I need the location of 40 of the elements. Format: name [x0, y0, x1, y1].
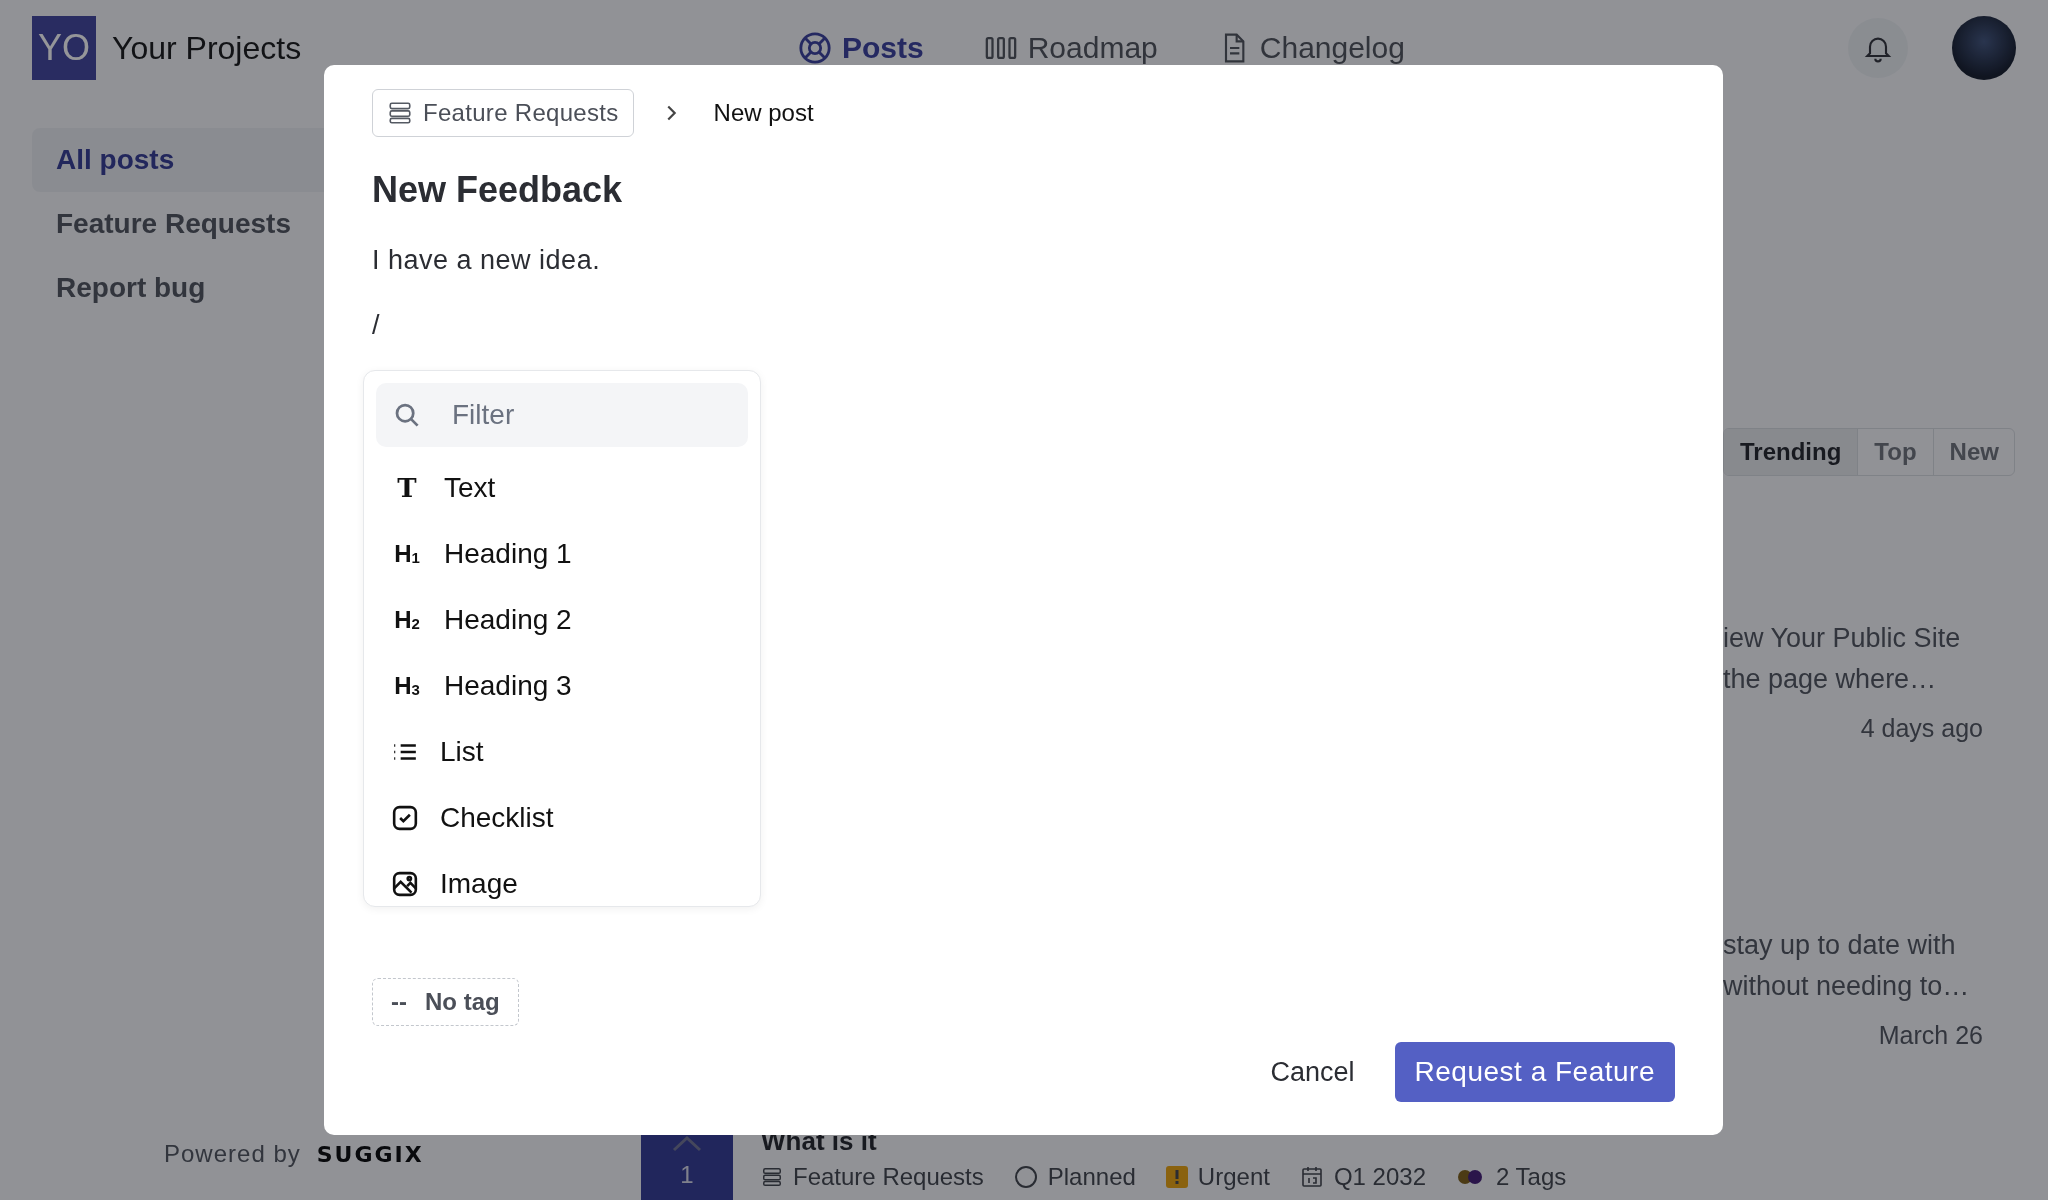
menu-item[interactable]: List [376, 719, 748, 785]
filter-field[interactable]: Filter [376, 383, 748, 447]
format-icon: T [392, 475, 422, 501]
brand-logo[interactable]: SUGGIX [316, 1141, 424, 1167]
post-meta: 2 Tags [1496, 1162, 1567, 1191]
submit-button[interactable]: Request a Feature [1394, 1042, 1675, 1102]
editor-text[interactable]: / [372, 310, 1675, 341]
post-excerpt: without needing to… [1723, 970, 1971, 1003]
post-meta: Q1 2032 [1333, 1162, 1426, 1191]
calendar-icon [1299, 1164, 1324, 1189]
post-meta: Planned [1047, 1162, 1136, 1191]
post-meta: Feature Requests [793, 1162, 984, 1191]
sort-tab[interactable]: Trending [1724, 429, 1858, 475]
checkbox-icon [392, 805, 418, 831]
menu-item[interactable]: T Text [376, 455, 748, 521]
chevron-up-icon [670, 1135, 704, 1153]
logo: YO [32, 16, 96, 80]
menu-item[interactable]: Checklist [376, 785, 748, 851]
nav-tab[interactable]: Roadmap [983, 31, 1158, 65]
stack-icon [761, 1165, 783, 1188]
post-meta: Urgent [1197, 1162, 1270, 1191]
lifebuoy-icon [798, 31, 832, 65]
menu-item[interactable]: Image [376, 851, 748, 906]
editor-text[interactable]: I have a new idea. [372, 245, 1675, 276]
post-excerpt: the page where… [1723, 663, 1938, 696]
post-date: 4 days ago [1860, 713, 1983, 744]
circle-icon [1013, 1164, 1038, 1189]
tag-selector[interactable]: -- No tag [372, 978, 519, 1026]
post-date: March 26 [1878, 1020, 1983, 1051]
stack-icon [387, 100, 413, 126]
powered-by-text: Powered by [164, 1140, 301, 1168]
image-icon [392, 871, 418, 897]
post-excerpt: stay up to date with [1723, 929, 1957, 962]
nav-tab[interactable]: Posts [798, 31, 924, 65]
cancel-button[interactable]: Cancel [1270, 1056, 1355, 1088]
post-excerpt: iew Your Public Site [1723, 622, 1962, 655]
board-breadcrumb[interactable]: Feature Requests [372, 89, 634, 137]
project-title: Your Projects [112, 29, 302, 67]
breadcrumb-current: New post [713, 99, 814, 127]
nav-tab[interactable]: Changelog [1217, 31, 1405, 65]
